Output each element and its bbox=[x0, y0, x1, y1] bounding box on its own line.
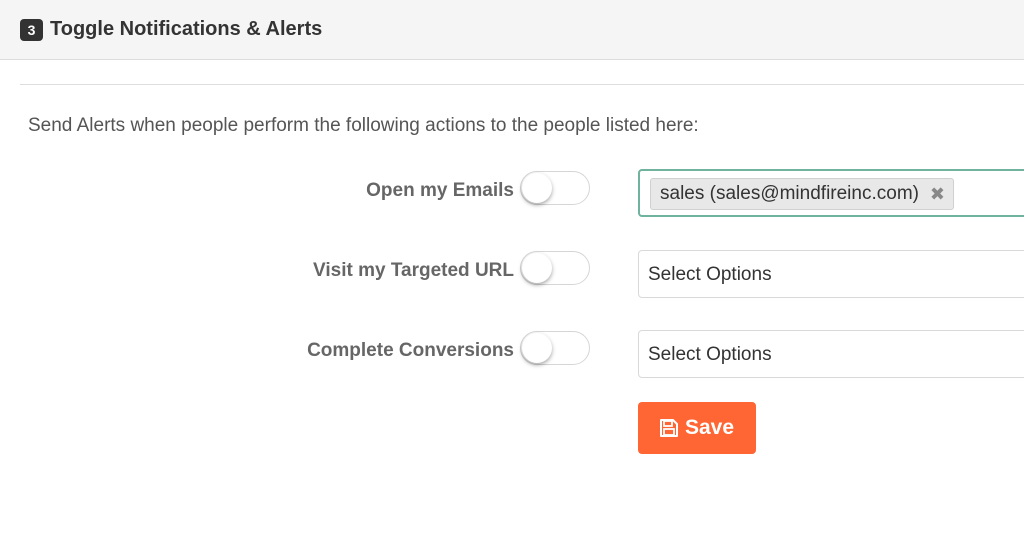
floppy-disk-icon bbox=[660, 419, 678, 437]
toggle-knob bbox=[522, 333, 552, 363]
visit-url-toggle[interactable] bbox=[520, 251, 590, 285]
toggle-knob bbox=[522, 173, 552, 203]
recipient-tag: sales (sales@mindfireinc.com) ✖ bbox=[650, 178, 954, 210]
select-placeholder: Select Options bbox=[648, 344, 772, 365]
select-placeholder: Select Options bbox=[648, 264, 772, 285]
remove-tag-icon[interactable]: ✖ bbox=[930, 179, 945, 209]
open-emails-recipients-select[interactable]: sales (sales@mindfireinc.com) ✖ bbox=[638, 169, 1024, 217]
panel-header: 3 Toggle Notifications & Alerts bbox=[0, 0, 1024, 60]
complete-conversions-toggle[interactable] bbox=[520, 331, 590, 365]
panel-title: Toggle Notifications & Alerts bbox=[50, 18, 323, 40]
save-button[interactable]: Save bbox=[638, 402, 756, 454]
open-emails-toggle[interactable] bbox=[520, 171, 590, 205]
complete-conversions-recipients-select[interactable]: Select Options bbox=[638, 330, 1024, 378]
complete-conversions-label: Complete Conversions bbox=[307, 340, 514, 361]
save-button-label: Save bbox=[685, 416, 735, 439]
visit-url-recipients-select[interactable]: Select Options bbox=[638, 250, 1024, 298]
step-number-badge: 3 bbox=[20, 19, 43, 41]
toggle-knob bbox=[522, 253, 552, 283]
section-divider bbox=[20, 84, 1024, 85]
visit-url-label: Visit my Targeted URL bbox=[313, 260, 514, 281]
open-emails-label: Open my Emails bbox=[366, 180, 514, 201]
instructions-text: Send Alerts when people perform the foll… bbox=[28, 115, 699, 136]
recipient-tag-label: sales (sales@mindfireinc.com) bbox=[660, 183, 919, 204]
